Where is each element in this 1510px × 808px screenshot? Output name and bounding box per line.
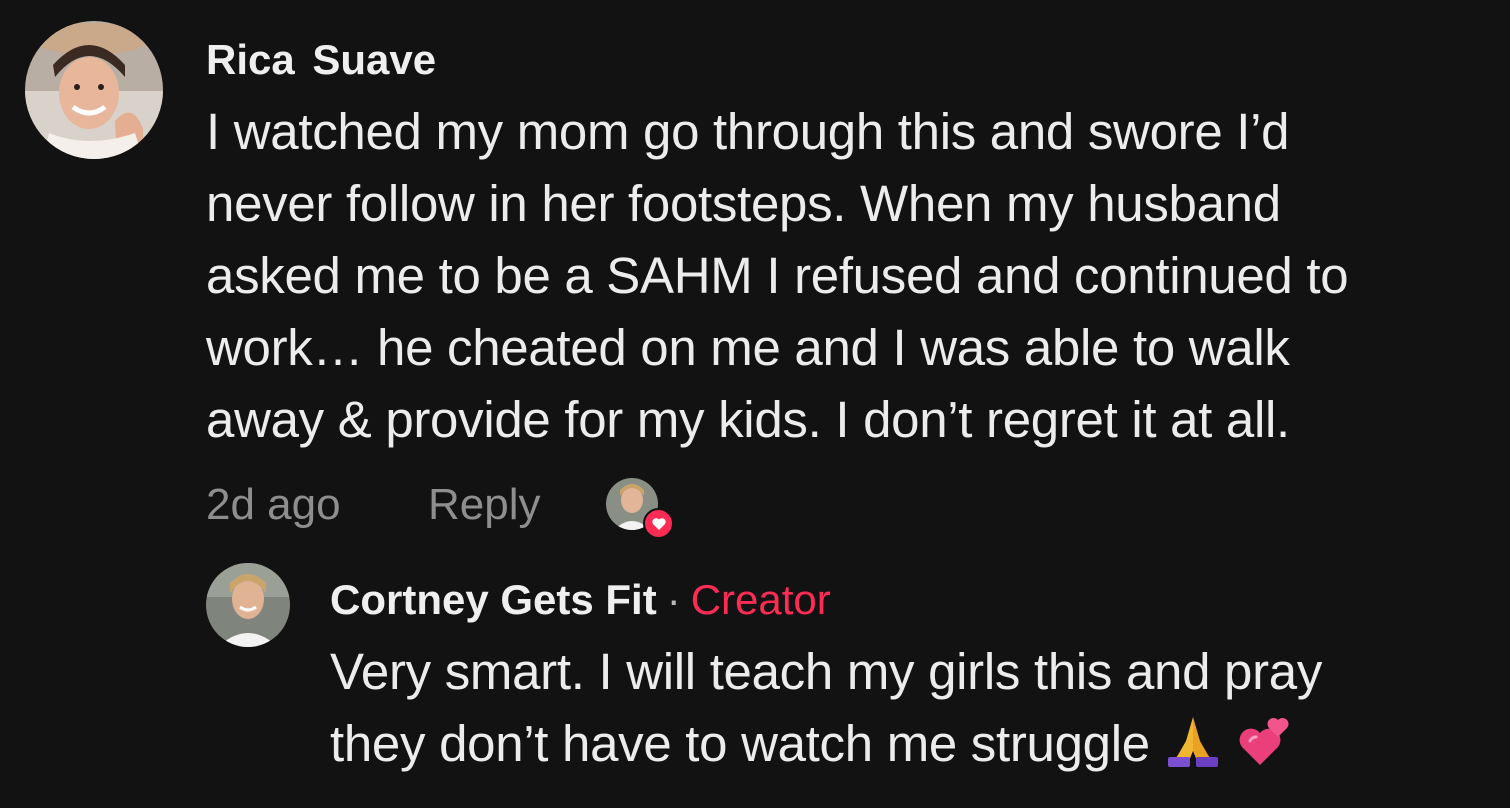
comment-text-line: asked me to be a SAHM I refused and cont… — [206, 247, 1349, 304]
avatar[interactable] — [25, 21, 163, 159]
reply-text-line: they don’t have to watch me struggle — [330, 715, 1150, 772]
reply-username-row: Cortney Gets Fit · Creator — [330, 576, 831, 624]
comment-text-line: never follow in her footsteps. When my h… — [206, 175, 1281, 232]
comment-text-line: work… he cheated on me and I was able to… — [206, 319, 1290, 376]
two-hearts-emoji — [1236, 711, 1294, 769]
reply-username[interactable]: Cortney Gets Fit — [330, 576, 657, 623]
creator-badge: Creator — [690, 576, 831, 623]
folded-hands-emoji — [1164, 711, 1222, 769]
heart-icon — [643, 508, 674, 539]
comment-text-line: away & provide for my kids. I don’t regr… — [206, 391, 1290, 448]
separator-dot: · — [666, 576, 681, 623]
creator-avatar[interactable] — [206, 563, 290, 647]
reply-text: Very smart. I will teach my girls this a… — [330, 636, 1500, 780]
comment-text: I watched my mom go through this and swo… — [206, 96, 1496, 456]
comment-timestamp: 2d ago — [206, 480, 341, 529]
reply-text-line: Very smart. I will teach my girls this a… — [330, 643, 1323, 700]
comment-thread: Rica Suave I watched my mom go through t… — [0, 0, 1510, 808]
reply-text-line-with-emoji: they don’t have to watch me struggle — [330, 708, 1500, 780]
avatar-image — [206, 563, 290, 647]
reply-button[interactable]: Reply — [428, 480, 541, 530]
comment-username[interactable]: Rica Suave — [206, 36, 436, 84]
avatar-image — [25, 21, 163, 159]
comment-text-line: I watched my mom go through this and swo… — [206, 103, 1290, 160]
liked-by-creator — [606, 478, 674, 540]
